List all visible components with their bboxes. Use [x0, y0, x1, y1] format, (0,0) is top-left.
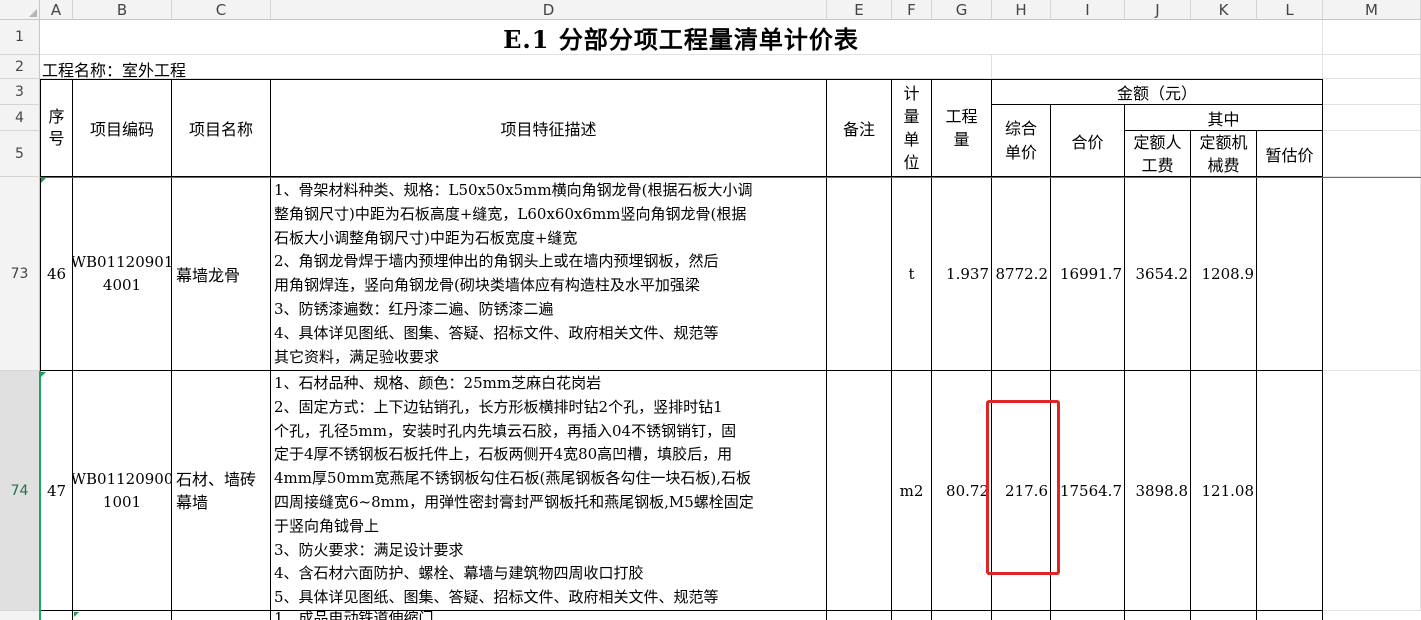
header-seq[interactable]: 序号: [40, 79, 73, 177]
col-header-l[interactable]: L: [1257, 0, 1323, 20]
cell-h2[interactable]: [992, 55, 1323, 79]
project-name-cell[interactable]: 工程名称：室外工程: [40, 55, 892, 79]
item-description[interactable]: 1、石材品种、规格、颜色：25mm芝麻白花岗岩 2、固定方式：上下边钻销孔，长方…: [271, 371, 827, 611]
item-labor[interactable]: 3898.8: [1125, 371, 1191, 611]
col-header-g[interactable]: G: [932, 0, 992, 20]
col-header-c[interactable]: C: [172, 0, 271, 20]
cell-comment-marker: [41, 178, 46, 183]
item-note[interactable]: [827, 177, 892, 371]
select-all-corner[interactable]: [0, 0, 40, 20]
header-of-which[interactable]: 其中: [1125, 105, 1323, 131]
cell-m74[interactable]: [1323, 371, 1421, 611]
sheet-title[interactable]: E.1 分部分项工程量清单计价表: [40, 20, 1323, 55]
item-quantity[interactable]: 1.937: [932, 177, 992, 371]
cell-comment-marker: [74, 612, 79, 617]
header-total[interactable]: 合价: [1051, 105, 1125, 177]
item-total[interactable]: 17564.7: [1051, 371, 1125, 611]
row-header-5[interactable]: 5: [0, 131, 40, 177]
item-labor[interactable]: 3654.2: [1125, 177, 1191, 371]
cell-e75[interactable]: [827, 611, 892, 620]
col-header-e[interactable]: E: [827, 0, 892, 20]
item-description-partial[interactable]: 1、成品电动铁道伸缩门: [271, 611, 827, 620]
item-machine[interactable]: 1208.9: [1191, 177, 1257, 371]
selected-row-indicator: [39, 371, 41, 620]
header-qty[interactable]: 工程量: [932, 79, 992, 177]
freeze-pane-line: [40, 177, 1421, 178]
row-header-73[interactable]: 73: [0, 177, 40, 371]
cell-i75[interactable]: [1051, 611, 1125, 620]
item-quantity[interactable]: 80.72: [932, 371, 992, 611]
cell-m1[interactable]: [1323, 20, 1421, 55]
cell-a75[interactable]: [40, 611, 73, 620]
item-description[interactable]: 1、骨架材料种类、规格：L50x50x5mm横向角钢龙骨(根据石板大小调 整角钢…: [271, 177, 827, 371]
cell-m3[interactable]: [1323, 79, 1421, 105]
row-header-1[interactable]: 1: [0, 20, 40, 55]
item-unit-price[interactable]: 217.6: [992, 371, 1051, 611]
row-header-3[interactable]: 3: [0, 79, 40, 105]
header-amount[interactable]: 金额（元）: [992, 79, 1323, 105]
cell-j75[interactable]: [1125, 611, 1191, 620]
col-header-f[interactable]: F: [892, 0, 932, 20]
header-machine[interactable]: 定额机械费: [1191, 131, 1257, 177]
row-header-75[interactable]: [0, 611, 40, 620]
item-total[interactable]: 16991.7: [1051, 177, 1125, 371]
cell-l75[interactable]: [1257, 611, 1323, 620]
col-header-m[interactable]: M: [1323, 0, 1421, 20]
item-unit[interactable]: t: [892, 177, 932, 371]
cell-f2[interactable]: [892, 55, 992, 79]
cell-m2[interactable]: [1323, 55, 1421, 79]
item-unit[interactable]: m2: [892, 371, 932, 611]
item-code[interactable]: WB01120900 1001: [73, 371, 172, 611]
header-code[interactable]: 项目编码: [73, 79, 172, 177]
cell-m4[interactable]: [1323, 105, 1421, 131]
cell-f75[interactable]: [892, 611, 932, 620]
item-provisional[interactable]: [1257, 371, 1323, 611]
item-machine[interactable]: 121.08: [1191, 371, 1257, 611]
col-header-a[interactable]: A: [40, 0, 73, 20]
item-seq[interactable]: 46: [40, 177, 73, 371]
header-name[interactable]: 项目名称: [172, 79, 271, 177]
header-unit-price[interactable]: 综合单价: [992, 105, 1051, 177]
row-header-2[interactable]: 2: [0, 55, 40, 79]
item-code[interactable]: WB01120901 4001: [73, 177, 172, 371]
item-unit-price[interactable]: 8772.2: [992, 177, 1051, 371]
cell-b75[interactable]: [73, 611, 172, 620]
item-note[interactable]: [827, 371, 892, 611]
col-header-j[interactable]: J: [1125, 0, 1191, 20]
item-name[interactable]: 幕墙龙骨: [172, 177, 271, 371]
cell-comment-marker: [41, 372, 46, 377]
spreadsheet: A B C D E F G H I J K L M 1 2 3 4 5 73 7…: [0, 0, 1421, 620]
cell-m5[interactable]: [1323, 131, 1421, 177]
header-provisional[interactable]: 暂估价: [1257, 131, 1323, 177]
row-header-74[interactable]: 74: [0, 371, 40, 611]
row-header-4[interactable]: 4: [0, 105, 40, 131]
item-name[interactable]: 石材、墙砖 幕墙: [172, 371, 271, 611]
col-header-d[interactable]: D: [271, 0, 827, 20]
cell-c75[interactable]: [172, 611, 271, 620]
header-desc[interactable]: 项目特征描述: [271, 79, 827, 177]
col-header-i[interactable]: I: [1051, 0, 1125, 20]
col-header-k[interactable]: K: [1191, 0, 1257, 20]
item-seq[interactable]: 47: [40, 371, 73, 611]
header-unit[interactable]: 计量单位: [892, 79, 932, 177]
header-note[interactable]: 备注: [827, 79, 892, 177]
col-header-b[interactable]: B: [73, 0, 172, 20]
col-header-h[interactable]: H: [992, 0, 1051, 20]
cell-h75[interactable]: [992, 611, 1051, 620]
item-provisional[interactable]: [1257, 177, 1323, 371]
header-labor[interactable]: 定额人工费: [1125, 131, 1191, 177]
cell-k75[interactable]: [1191, 611, 1257, 620]
cell-g75[interactable]: [932, 611, 992, 620]
cell-m73[interactable]: [1323, 177, 1421, 371]
